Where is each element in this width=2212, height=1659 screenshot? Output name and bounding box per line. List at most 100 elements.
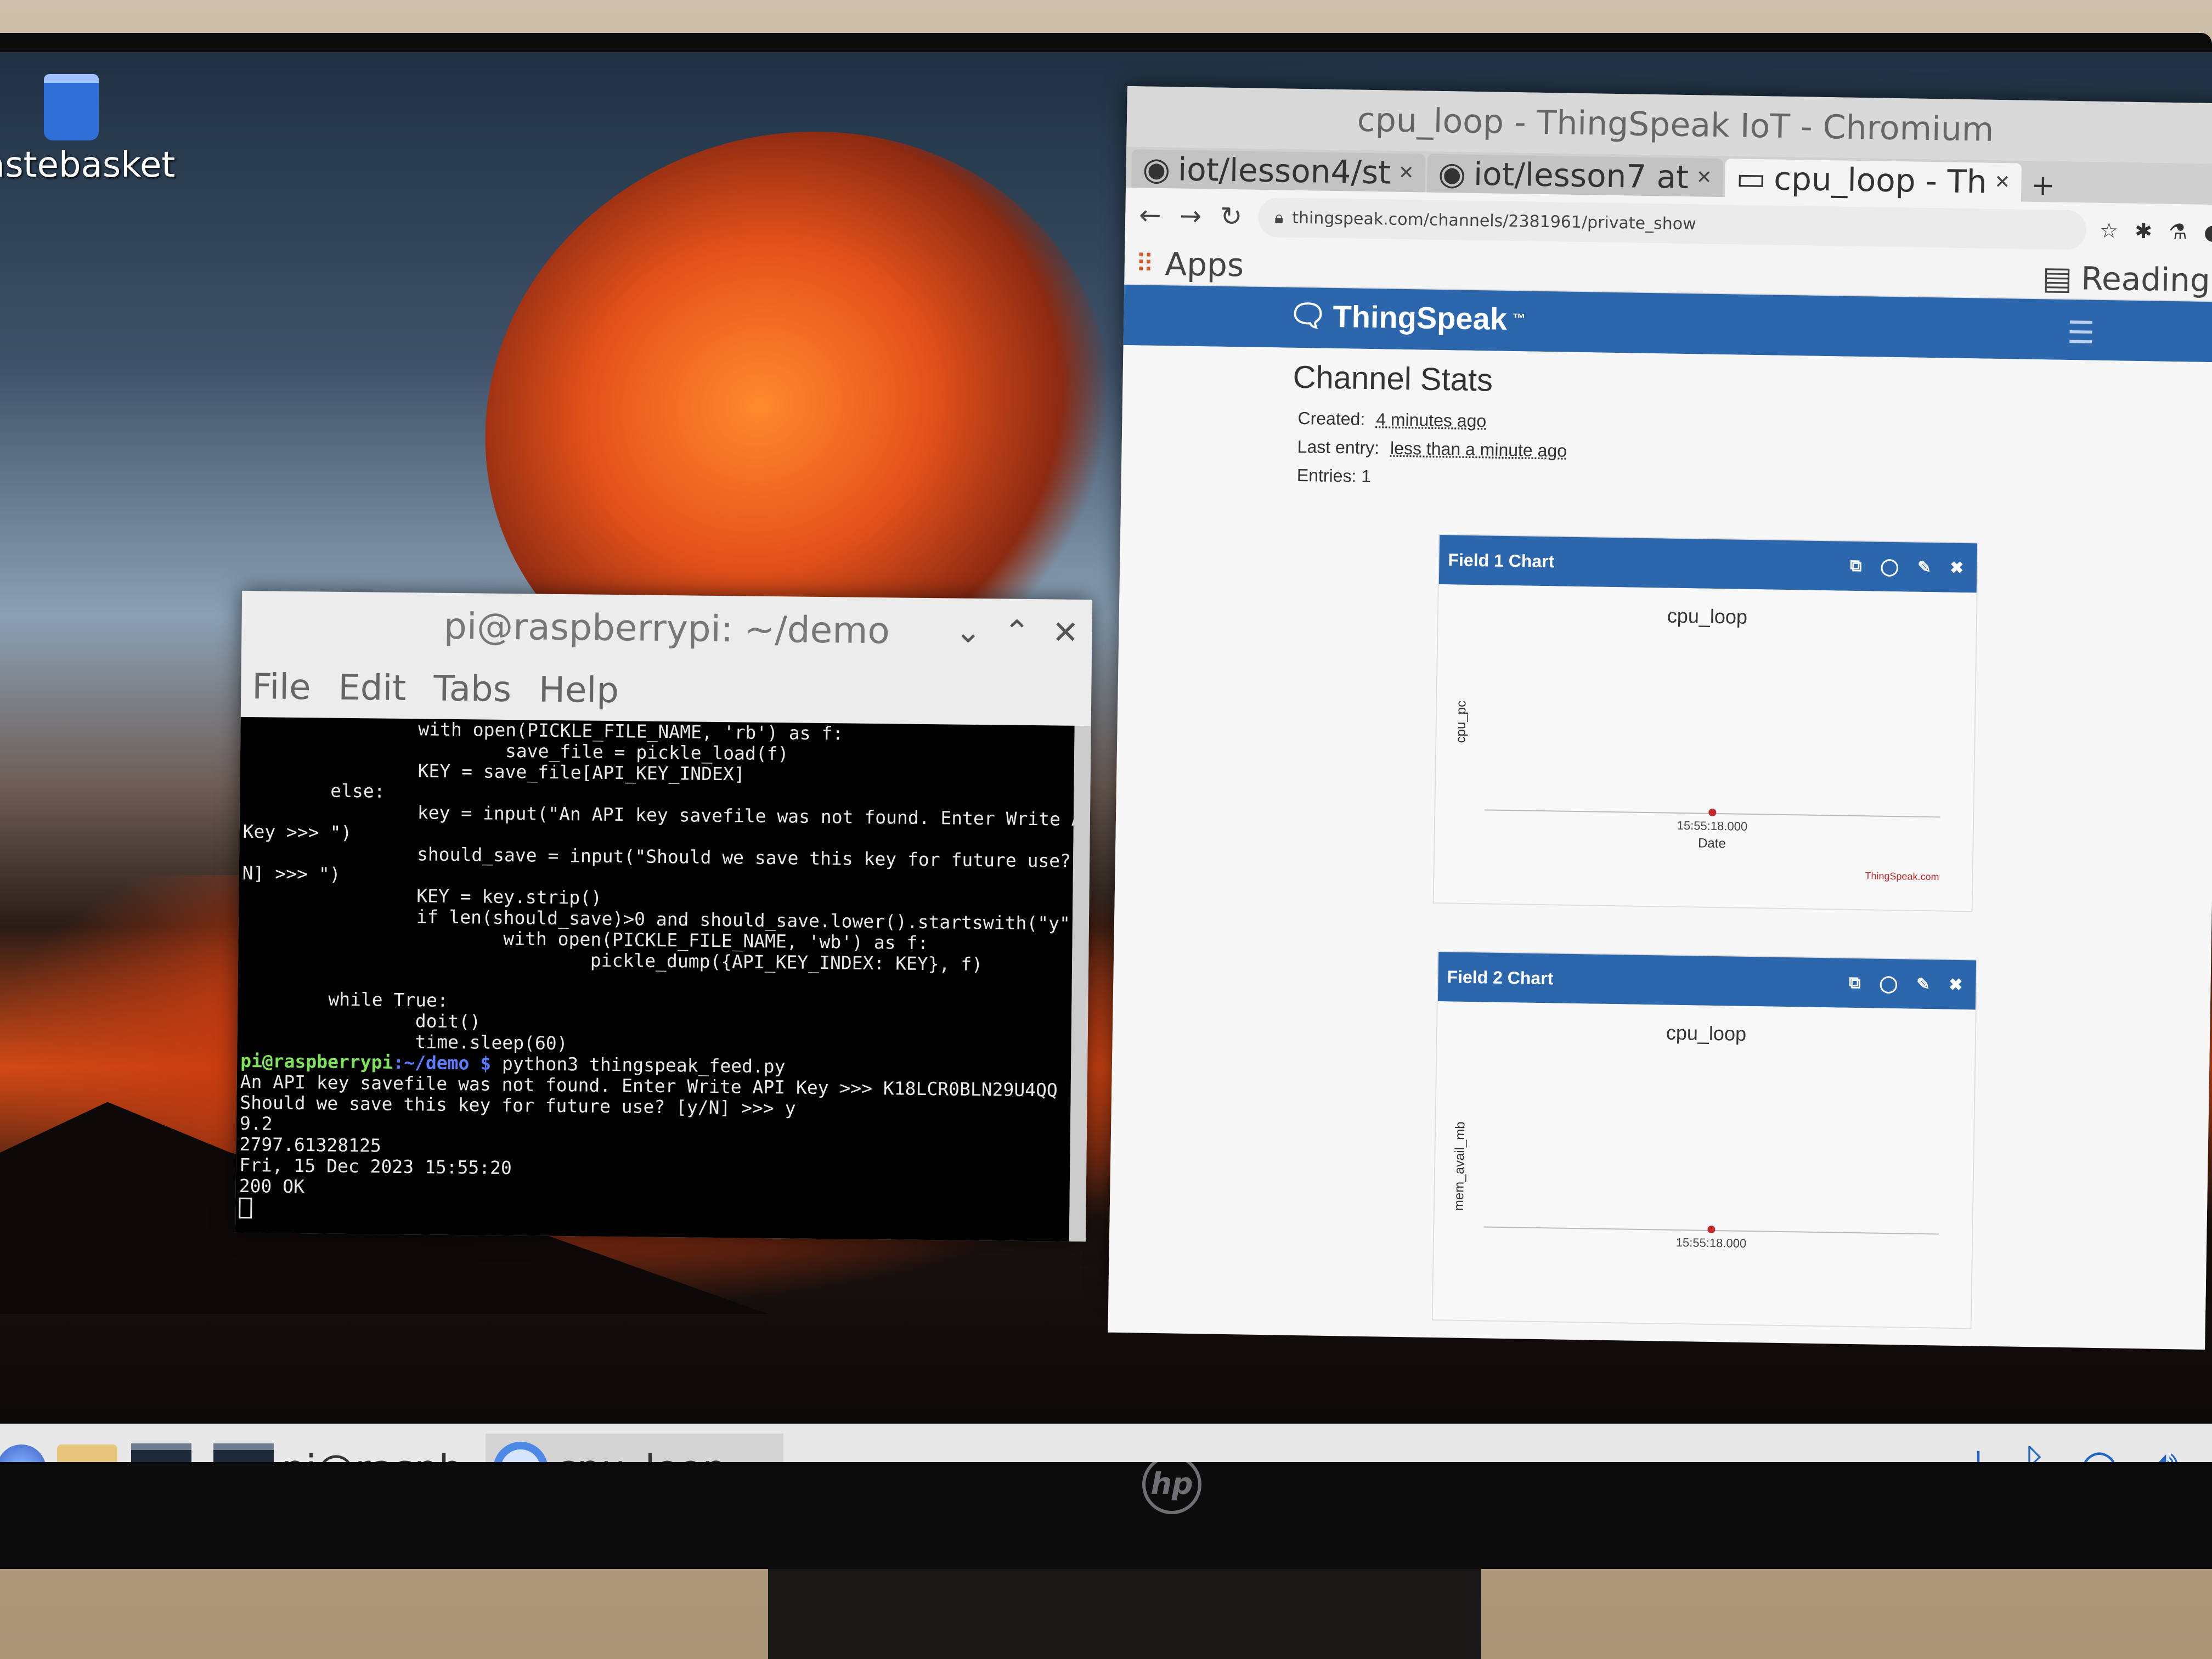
field2-chart-title: Field 2 Chart (1447, 966, 1554, 988)
output-line: 9.2 (239, 1112, 273, 1135)
channel-content: Channel Stats Created: 4 minutes ago Last… (1108, 345, 2212, 1350)
terminal-icon: >_ (213, 1443, 274, 1462)
apps-grid-icon[interactable]: ⠿ (1136, 249, 1155, 279)
output-line: 2797.61328125 (239, 1133, 382, 1156)
menu-file[interactable]: File (252, 667, 311, 708)
task-label: pi@raspb... (281, 1447, 500, 1462)
comment-icon[interactable]: ◯ (1879, 974, 1898, 994)
terminal-titlebar[interactable]: pi@raspberrypi: ~/demo ⌄ ⌃ ✕ (241, 591, 1092, 665)
terminal-output[interactable]: with open(PICKLE_FILE_NAME, 'rb') as f: … (235, 716, 1075, 1242)
monitor-stand (768, 1569, 1481, 1659)
task-label: cpu_loop ... (556, 1447, 776, 1462)
output-line: Fri, 15 Dec 2023 15:55:20 (239, 1154, 512, 1179)
thingspeak-logo[interactable]: 🗨︎ ThingSpeak ™ (1288, 297, 1526, 337)
extensions-icon[interactable]: ✱ (2135, 219, 2153, 243)
maximize-icon[interactable]: ⌃ (1003, 613, 1030, 651)
field2-chart-header: Field 2 Chart ⧉ ◯ ✎ ✖ (1437, 952, 1977, 1010)
task-chromium[interactable]: cpu_loop ... (486, 1434, 783, 1462)
thingspeak-icon: ▭ (1735, 159, 1767, 198)
github-icon: ◉ (1142, 150, 1171, 188)
tab-lesson7[interactable]: ◉ iot/lesson7 at ✕ (1426, 154, 1724, 198)
reload-icon[interactable]: ↻ (1217, 201, 1245, 233)
star-icon[interactable]: ☆ (2100, 218, 2119, 243)
code-line: key = input("An API key savefile was not… (242, 799, 1075, 831)
terminal-text: with open(PICKLE_FILE_NAME, 'rb') as f: … (235, 717, 1075, 1227)
code-line: else: (243, 778, 385, 802)
trademark: ™ (1512, 311, 1526, 326)
lock-icon: 🔒︎ (1274, 207, 1284, 227)
close-icon[interactable]: ✖ (1950, 558, 1964, 577)
stat-last-entry: Last entry: less than a minute ago (1297, 437, 1567, 461)
y-axis-label: mem_avail_mb (1452, 1121, 1468, 1211)
edit-pencil-icon[interactable]: ✎ (1917, 557, 1932, 577)
popout-icon[interactable]: ⧉ (1849, 974, 1861, 992)
tab-close-icon[interactable]: ✕ (1398, 162, 1414, 184)
forward-icon[interactable]: → (1177, 200, 1205, 232)
terminal-window[interactable]: pi@raspberrypi: ~/demo ⌄ ⌃ ✕ File Edit T… (235, 590, 1093, 1242)
channel-stats-title: Channel Stats (1293, 359, 1493, 398)
menu-help[interactable]: Help (539, 670, 619, 712)
comment-icon[interactable]: ◯ (1880, 557, 1899, 577)
download-icon[interactable]: ⤓ (1968, 1440, 1988, 1462)
y-axis-label: cpu_pc (1453, 701, 1469, 743)
terminal-window-controls: ⌄ ⌃ ✕ (955, 599, 1079, 665)
bluetooth-icon[interactable]: ᛒ (2021, 1440, 2047, 1462)
taskbar: >_ >_ pi@raspb... cpu_loop ... ⤓ ᛒ ◠ 🔊︎ (0, 1424, 2212, 1462)
field1-chart-body[interactable]: cpu_loop cpu_pc 15:55:18.000 Date ThingSpe… (1434, 584, 1977, 911)
stat-entries: Entries: 1 (1296, 465, 1372, 487)
field1-chart-svg: cpu_pc 15:55:18.000 Date (1453, 701, 1940, 851)
back-icon[interactable]: ← (1136, 200, 1164, 231)
file-manager-launcher[interactable] (49, 1434, 125, 1462)
created-label: Created: (1297, 408, 1365, 429)
hp-logo: hp (1142, 1455, 1201, 1514)
tab-label: iot/lesson4/st (1177, 150, 1391, 191)
close-icon[interactable]: ✕ (1052, 613, 1079, 651)
tab-close-icon[interactable]: ✕ (1696, 166, 1712, 188)
tab-lesson4[interactable]: ◉ iot/lesson4/st ✕ (1131, 149, 1426, 193)
chromium-window[interactable]: cpu_loop - ThingSpeak IoT - Chromium ◉ i… (1108, 86, 2212, 1350)
code-line: while True: (241, 987, 449, 1011)
tab-cpu-loop[interactable]: ▭ cpu_loop - Th ✕ (1724, 159, 2022, 202)
url-text: thingspeak.com/channels/2381961/private_… (1291, 208, 1696, 234)
stat-created: Created: 4 minutes ago (1297, 408, 1486, 431)
system-tray: ⤓ ᛒ ◠ 🔊︎ (1968, 1440, 2179, 1462)
popout-icon[interactable]: ⧉ (1850, 557, 1862, 575)
toolbar-icons: ☆ ✱ ⚗ ● (2100, 218, 2212, 245)
trash-icon (44, 74, 99, 140)
prompt-user: pi@raspberrypi (240, 1049, 393, 1073)
last-entry-label: Last entry: (1297, 436, 1380, 458)
wastebasket-desktop-icon[interactable]: astebasket (0, 74, 203, 185)
hamburger-menu-icon[interactable]: ☰ (2067, 315, 2095, 351)
reading-list-icon: ▤ (2042, 258, 2073, 297)
new-tab-button[interactable]: + (2023, 169, 2063, 202)
minimize-icon[interactable]: ⌄ (955, 613, 981, 651)
edit-pencil-icon[interactable]: ✎ (1916, 974, 1931, 994)
terminal-icon: >_ (131, 1443, 191, 1462)
tab-close-icon[interactable]: ✕ (1994, 171, 2010, 193)
wifi-icon[interactable]: ◠ (2080, 1440, 2119, 1462)
code-line: Key >>> ") (242, 820, 352, 844)
thingspeak-credit[interactable]: ThingSpeak.com (1865, 870, 1939, 883)
terminal-launcher[interactable]: >_ (123, 1434, 199, 1462)
profile-icon[interactable]: ● (2204, 220, 2212, 245)
tab-label: iot/lesson7 at (1473, 155, 1689, 196)
desktop-screen: astebasket pi@raspberrypi: ~/demo ⌄ ⌃ ✕ … (0, 52, 2212, 1462)
wastebasket-label: astebasket (0, 145, 176, 185)
reading-list-label: Reading lis (2080, 259, 2212, 300)
volume-icon[interactable]: 🔊︎ (2152, 1440, 2179, 1462)
menu-button[interactable] (0, 1434, 54, 1462)
apps-bookmark[interactable]: Apps (1165, 245, 1244, 284)
menu-edit[interactable]: Edit (338, 668, 407, 709)
close-icon[interactable]: ✖ (1949, 975, 1963, 994)
task-terminal[interactable]: >_ pi@raspb... (206, 1434, 507, 1462)
lab-icon[interactable]: ⚗ (2169, 219, 2188, 244)
address-bar[interactable]: 🔒︎ thingspeak.com/channels/2381961/priva… (1257, 197, 2087, 250)
field2-chart-body[interactable]: cpu_loop mem_avail_mb 15:55:18.000 (1432, 1001, 1976, 1328)
reading-list-button[interactable]: ▤ Reading lis (2042, 257, 2212, 301)
menu-tabs[interactable]: Tabs (433, 669, 511, 710)
globe-icon (0, 1444, 46, 1462)
tab-label: cpu_loop - Th (1773, 160, 1988, 201)
text-cursor (239, 1197, 252, 1218)
x-axis-label: Date (1698, 836, 1726, 851)
chart-tools: ⧉ ◯ ✎ ✖ (1849, 541, 1964, 592)
